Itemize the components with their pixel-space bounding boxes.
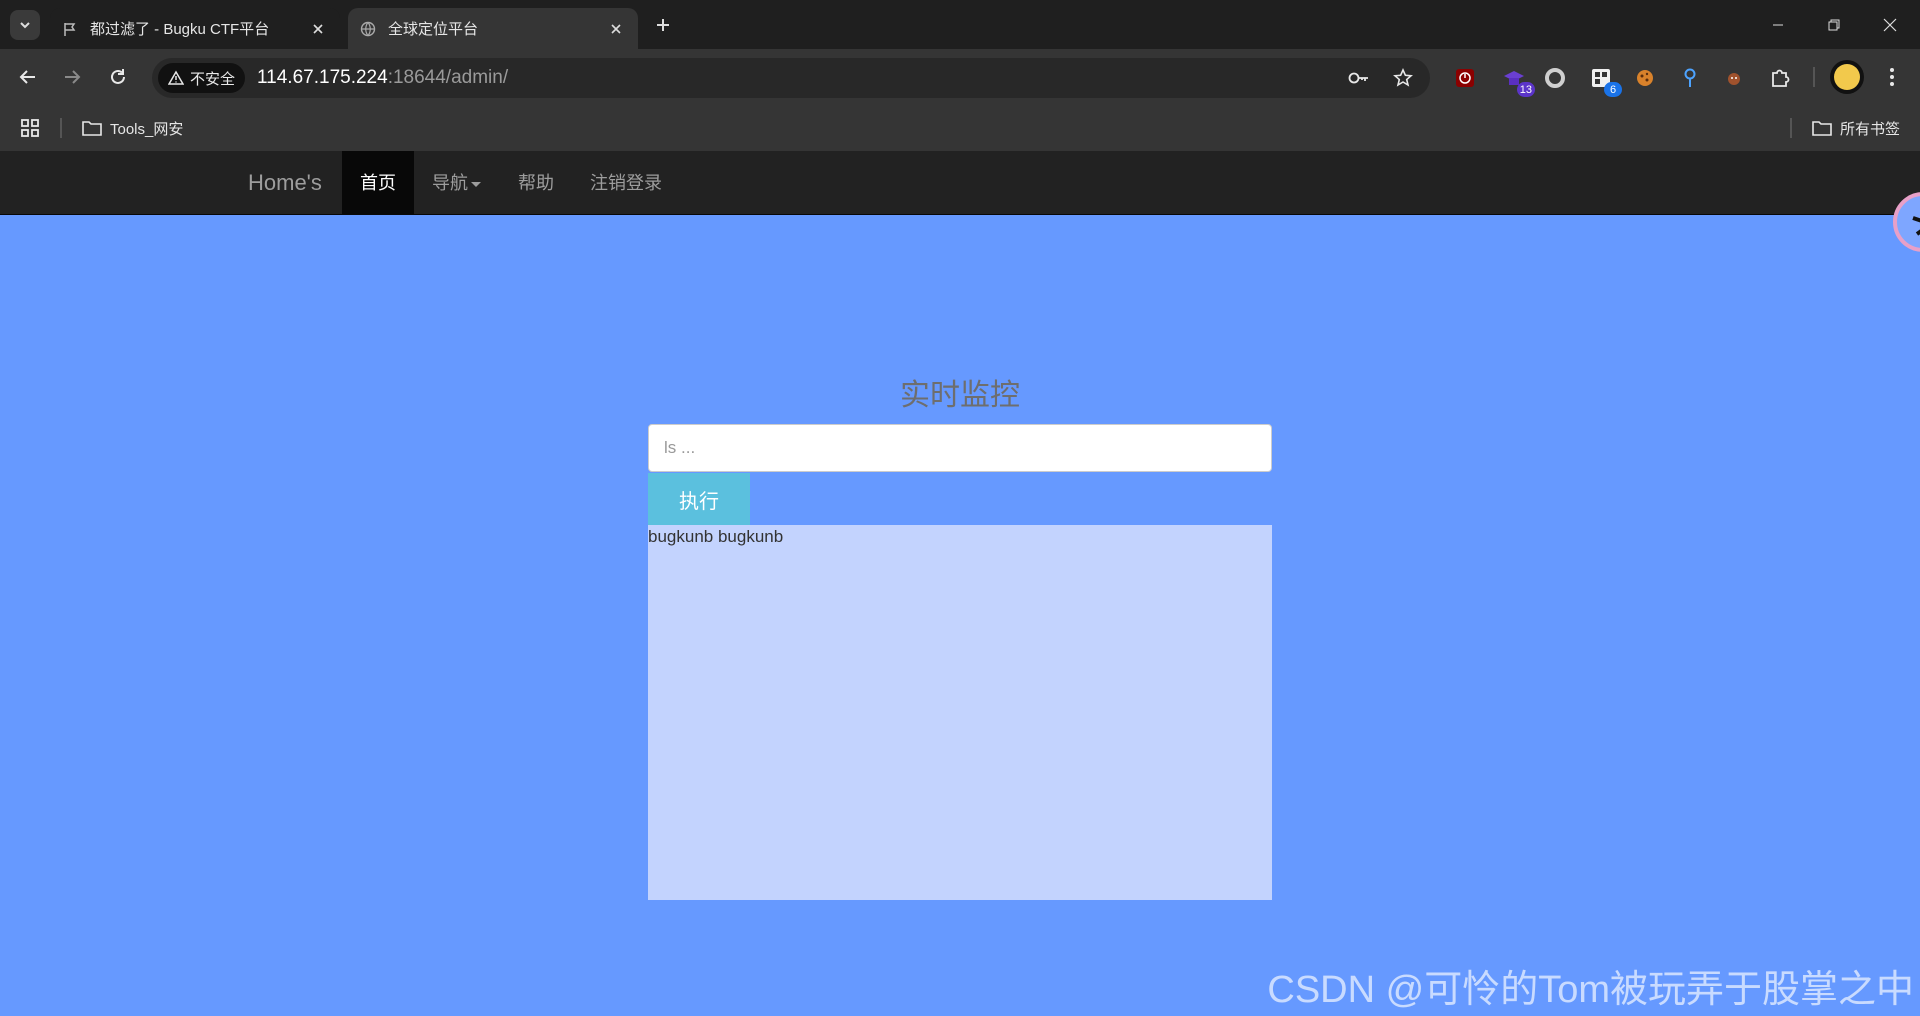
address-bar[interactable]: 不安全 114.67.175.224:18644/admin/ [152,58,1430,98]
globe-icon [360,21,376,37]
browser-toolbar: 不安全 114.67.175.224:18644/admin/ 13 6 [0,49,1920,106]
bookmarks-divider [1790,118,1792,138]
restore-button[interactable] [1806,0,1862,49]
command-output: bugkunb bugkunb [648,525,1272,900]
minimize-icon [1773,24,1783,25]
close-icon[interactable] [308,19,328,39]
browser-menu-button[interactable] [1878,63,1906,91]
extension-badge: 6 [1604,82,1622,97]
nav-logout[interactable]: 注销登录 [572,151,680,215]
site-navbar: Home's 首页 导航 帮助 注销登录 [0,151,1920,215]
extension-hat-icon[interactable]: 13 [1499,63,1535,97]
extension-bug-icon[interactable] [1719,63,1749,93]
nav-home[interactable]: 首页 [342,151,414,215]
bookmark-folder-label: Tools_网安 [110,120,184,138]
profile-avatar[interactable] [1830,60,1864,94]
window-close-button[interactable] [1862,0,1918,49]
caret-down-icon [471,181,481,187]
chevron-down-icon [20,22,30,29]
folder-icon [1812,121,1832,136]
bookmarks-bar: Tools_网安 所有书签 [0,106,1920,151]
bookmark-star-icon[interactable] [1390,65,1416,91]
arrow-right-icon [65,70,81,84]
browser-tab-strip: 都过滤了 - Bugku CTF平台 全球定位平台 [0,0,1920,49]
security-label: 不安全 [190,70,236,88]
extension-red-icon[interactable] [1450,63,1480,93]
nav-logout-label: 注销登录 [590,173,662,193]
more-vertical-icon [1890,68,1894,86]
url-text[interactable]: 114.67.175.224:18644/admin/ [257,67,508,89]
new-tab-button[interactable] [650,12,676,38]
close-icon [1883,18,1897,31]
folder-icon [82,121,102,136]
cookie-icon[interactable] [1630,63,1660,93]
bookmark-folder-tools[interactable]: Tools_网安 [82,114,183,142]
nav-help-label: 帮助 [518,173,554,193]
arrow-left-icon [19,70,35,84]
flag-icon [62,21,78,37]
tab-title: 全球定位平台 [388,21,479,38]
url-path: :18644/admin/ [387,67,509,88]
all-bookmarks-button[interactable]: 所有书签 [1812,114,1900,142]
location-pin-icon[interactable] [1675,63,1705,93]
toolbar-divider [1813,67,1815,87]
tab-search-button[interactable] [10,10,40,40]
all-bookmarks-label: 所有书签 [1840,120,1901,138]
command-input[interactable] [648,424,1272,472]
tab-bugku[interactable]: 都过滤了 - Bugku CTF平台 [50,8,340,49]
plus-icon [657,19,669,31]
url-host: 114.67.175.224 [257,67,388,88]
nav-navigation-label: 导航 [432,173,468,193]
nav-help[interactable]: 帮助 [500,151,572,215]
tab-title: 都过滤了 - Bugku CTF平台 [90,21,270,38]
avatar-image [1834,64,1860,90]
password-key-icon[interactable] [1346,65,1372,91]
reload-button[interactable] [104,63,132,91]
back-button[interactable] [14,63,42,91]
site-brand[interactable]: Home's [248,151,322,215]
panel-title: 实时监控 [900,379,1020,412]
warning-icon [168,70,184,85]
close-icon[interactable] [606,19,626,39]
restore-icon [1828,19,1840,30]
watermark-text: CSDN @可怜的Tom被玩弄于股掌之中 [1267,969,1914,1011]
forward-button[interactable] [58,63,86,91]
minimize-button[interactable] [1750,0,1806,49]
execute-button[interactable]: 执行 [648,473,750,525]
extension-grid-icon[interactable]: 6 [1586,63,1622,97]
extensions-puzzle-icon[interactable] [1765,63,1795,93]
tab-global-positioning[interactable]: 全球定位平台 [348,8,638,49]
nav-navigation-dropdown[interactable]: 导航 [414,151,499,215]
reload-icon [111,69,125,84]
extension-badge: 13 [1516,82,1535,97]
bookmarks-divider [60,118,62,138]
extension-ring-icon[interactable] [1540,63,1570,93]
apps-grid-icon[interactable] [18,116,42,140]
security-indicator[interactable]: 不安全 [158,63,246,93]
nav-home-label: 首页 [360,173,396,193]
